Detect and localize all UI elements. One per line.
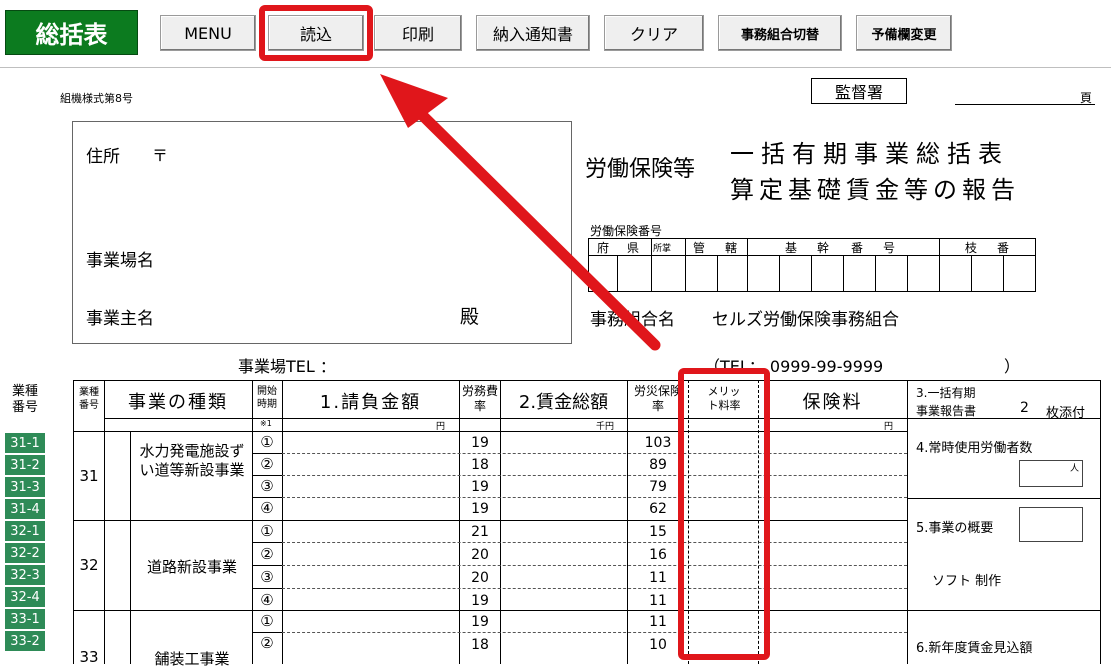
arrow-annotation [380,74,661,351]
